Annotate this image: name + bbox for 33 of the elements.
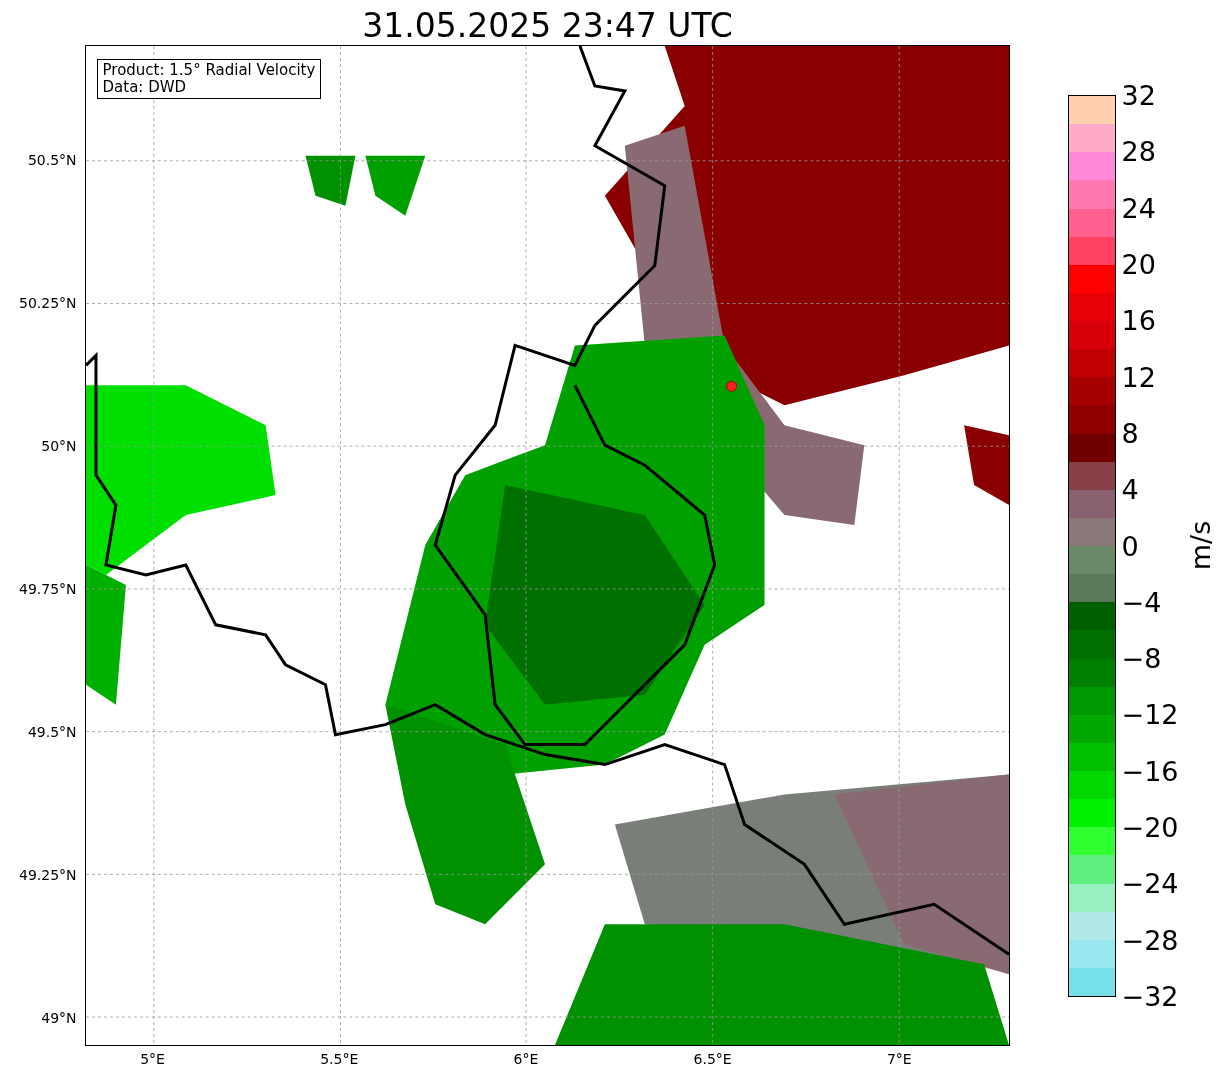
colorbar-tick-label: 28	[1121, 135, 1156, 167]
longitude-label: 5.5°E	[320, 1051, 359, 1067]
longitude-label: 7°E	[886, 1051, 912, 1067]
latitude-label: 50.5°N	[27, 152, 77, 168]
unit-label: m/s	[1184, 520, 1216, 571]
colorbar-tick-label: −8	[1121, 642, 1162, 674]
longitude-label: 5°E	[140, 1051, 165, 1067]
longitude-label: 6.5°E	[693, 1051, 732, 1067]
latitude-label: 49°N	[41, 1010, 77, 1026]
colorbar-tick-label: −28	[1121, 924, 1179, 956]
colorbar-tick-label: −32	[1121, 980, 1179, 1012]
colorbar-tick-label: 24	[1121, 192, 1156, 224]
colorbar-tick-label: −20	[1121, 811, 1179, 843]
colorbar-tick-label: 4	[1121, 473, 1139, 505]
legend-text: Data: DWD	[102, 79, 188, 96]
latitude-label: 49.25°N	[18, 867, 77, 883]
longitude-label: 6°E	[513, 1051, 539, 1067]
latitude-label: 50.25°N	[18, 295, 77, 311]
colorbar-tick-label: −24	[1121, 867, 1179, 899]
colorbar-tick-label: 16	[1121, 304, 1156, 336]
chart-title: 31.05.2025 23:47 UTC	[361, 5, 734, 45]
latitude-label: 50°N	[41, 438, 77, 454]
colorbar-tick-label: 32	[1121, 79, 1156, 111]
colorbar-tick-label: 8	[1121, 417, 1139, 449]
latitude-label: 49.5°N	[27, 724, 77, 740]
legend-text: Product: 1.5° Radial Velocity	[102, 62, 316, 79]
latitude-label: 49.75°N	[18, 581, 77, 597]
colorbar-tick-label: 20	[1121, 248, 1156, 280]
colorbar-tick-label: 0	[1121, 530, 1139, 561]
colorbar-tick-label: 12	[1121, 361, 1156, 393]
colorbar-tick-label: −12	[1121, 698, 1179, 730]
colorbar-tick-label: −16	[1121, 755, 1179, 787]
colorbar-tick-label: −4	[1121, 586, 1162, 618]
